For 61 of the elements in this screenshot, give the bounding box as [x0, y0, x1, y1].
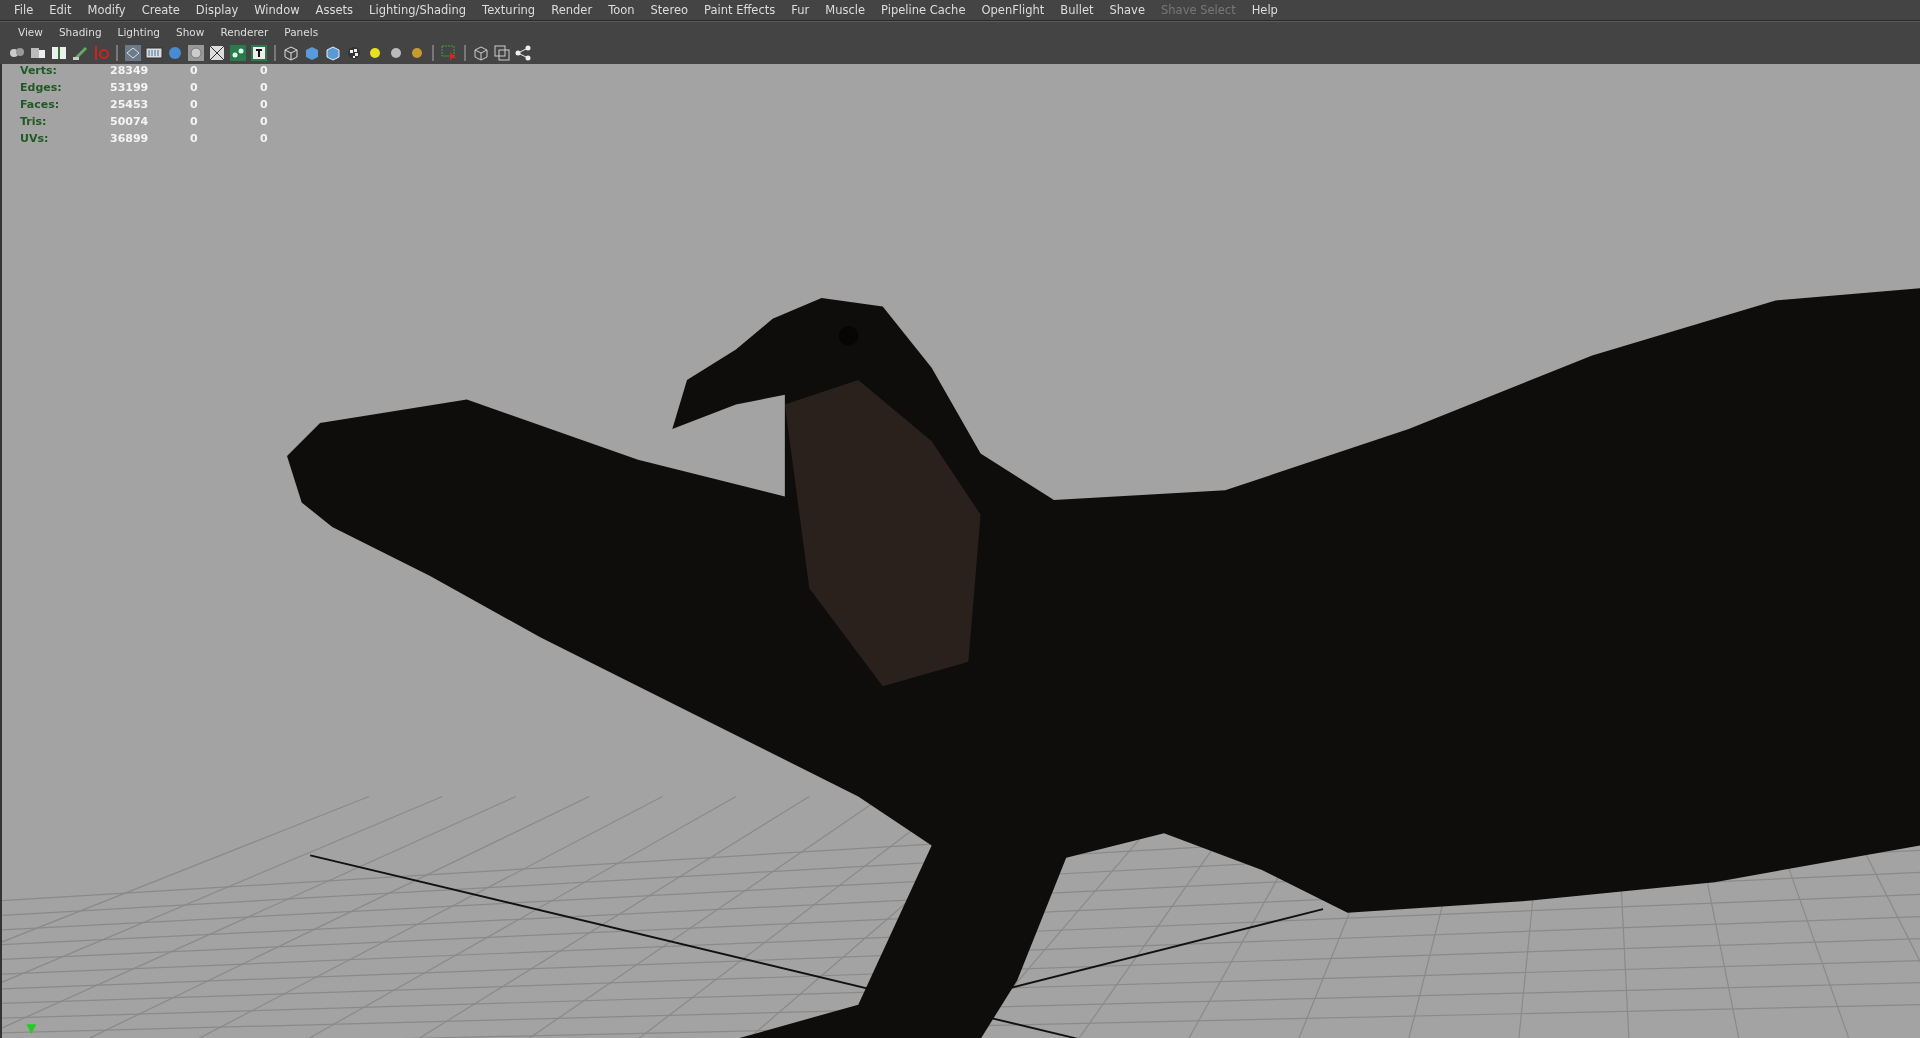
- panel-menu-item[interactable]: Panels: [276, 26, 327, 38]
- cube-outline-icon[interactable]: [472, 44, 490, 62]
- stat-label: Verts:: [20, 64, 58, 77]
- menu-item[interactable]: Texturing: [474, 3, 544, 17]
- menu-item[interactable]: Pipeline Cache: [873, 3, 974, 17]
- panel-menu-item[interactable]: Renderer: [212, 26, 277, 38]
- stat-label: Faces:: [20, 98, 61, 111]
- menu-item[interactable]: Window: [246, 3, 308, 17]
- pencil-icon[interactable]: [71, 44, 89, 62]
- menu-item[interactable]: Fur: [783, 3, 818, 17]
- stat-value: 36899: [110, 132, 150, 145]
- wireframe-cube-icon[interactable]: [282, 44, 300, 62]
- stat-value: 53199: [110, 81, 150, 94]
- stat-value: 28349: [110, 64, 150, 77]
- stat-value: 0: [260, 115, 269, 128]
- checker-sphere-icon[interactable]: [345, 44, 363, 62]
- menu-item[interactable]: Edit: [41, 3, 80, 17]
- menu-item[interactable]: Create: [133, 3, 188, 17]
- menu-item[interactable]: Shave: [1101, 3, 1153, 17]
- panel-menu-item[interactable]: Show: [168, 26, 213, 38]
- stat-value: 50074: [110, 115, 150, 128]
- text-icon[interactable]: [250, 44, 268, 62]
- menu-item[interactable]: Paint Effects: [696, 3, 784, 17]
- stat-value: 0: [190, 98, 199, 111]
- menu-item[interactable]: Help: [1243, 3, 1286, 17]
- stat-value: 0: [190, 81, 199, 94]
- panel-menu-item[interactable]: Lighting: [109, 26, 169, 38]
- menu-item[interactable]: Render: [543, 3, 601, 17]
- menu-item[interactable]: Modify: [79, 3, 134, 17]
- menu-item[interactable]: Stereo: [642, 3, 697, 17]
- menu-item[interactable]: Muscle: [817, 3, 874, 17]
- menu-item[interactable]: Display: [187, 3, 247, 17]
- stat-value: 0: [190, 64, 199, 77]
- menu-item[interactable]: Bullet: [1052, 3, 1102, 17]
- stat-label: Edges:: [20, 81, 63, 94]
- axis-icon: [26, 1024, 37, 1035]
- stat-value: 0: [260, 81, 269, 94]
- nodes-icon[interactable]: [229, 44, 247, 62]
- menu-item[interactable]: OpenFlight: [973, 3, 1053, 17]
- book-icon[interactable]: [50, 44, 68, 62]
- stat-label: Tris:: [20, 115, 48, 128]
- panel-menu-item[interactable]: Shading: [50, 26, 110, 38]
- checker-cross-icon[interactable]: [208, 44, 226, 62]
- stat-value: 0: [260, 98, 269, 111]
- menu-item[interactable]: Toon: [600, 3, 643, 17]
- filmstrip-icon[interactable]: [145, 44, 163, 62]
- stat-value: 0: [260, 132, 269, 145]
- menu-item[interactable]: File: [6, 3, 42, 17]
- overlap-squares-icon[interactable]: [493, 44, 511, 62]
- stat-value: 25453: [110, 98, 150, 111]
- shaded-cube-icon[interactable]: [303, 44, 321, 62]
- menu-item[interactable]: Lighting/Shading: [361, 3, 475, 17]
- stat-value: 0: [190, 132, 199, 145]
- stat-label: UVs:: [20, 132, 50, 145]
- ring-icon[interactable]: [187, 44, 205, 62]
- stat-value: 0: [260, 64, 269, 77]
- shaded-wire-cube-icon[interactable]: [324, 44, 342, 62]
- panel-menu-item[interactable]: View: [10, 26, 51, 38]
- share-icon[interactable]: [514, 44, 532, 62]
- menu-item[interactable]: Assets: [307, 3, 362, 17]
- stat-value: 0: [190, 115, 199, 128]
